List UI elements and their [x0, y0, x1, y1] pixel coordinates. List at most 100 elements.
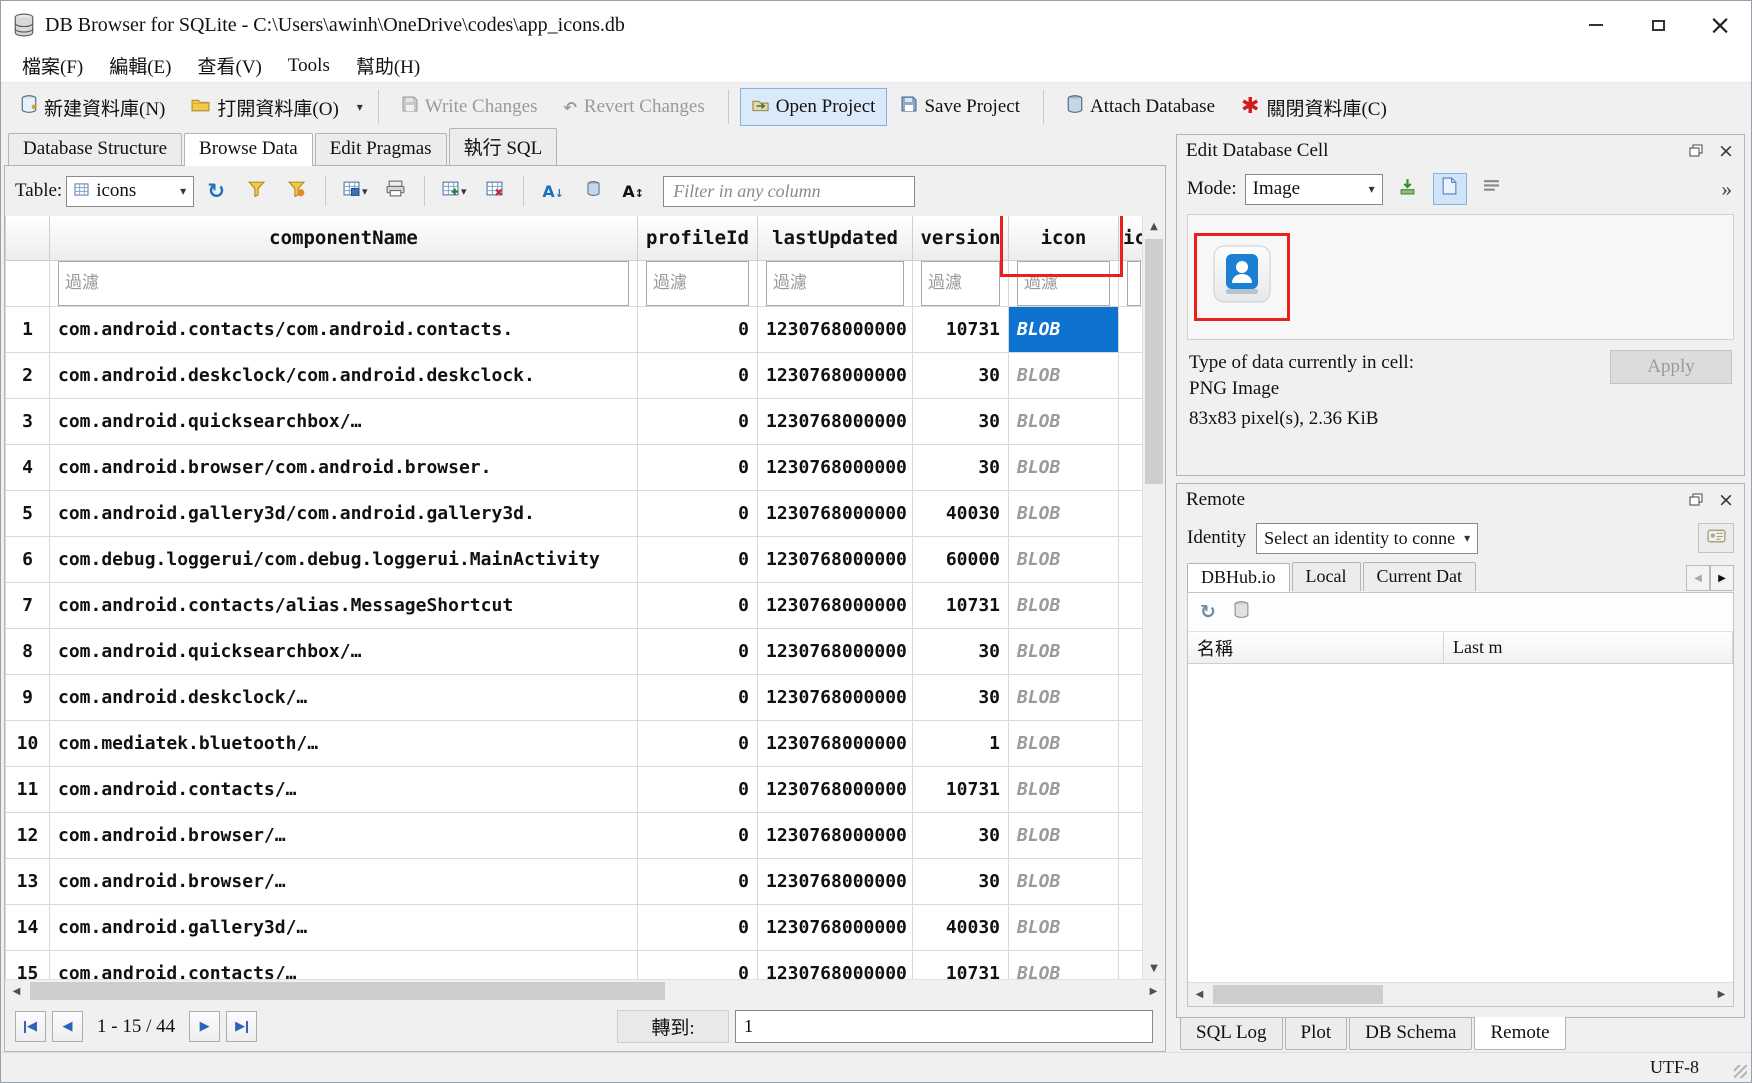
remote-column-name[interactable]: 名稱 — [1188, 632, 1444, 663]
row-number[interactable]: 4 — [6, 444, 50, 490]
dock-tab-sql-log[interactable]: SQL Log — [1180, 1018, 1283, 1050]
row-number[interactable]: 6 — [6, 536, 50, 582]
cell-icon[interactable]: BLOB — [1009, 352, 1119, 398]
column-header-icon[interactable]: icon — [1009, 216, 1119, 260]
column-header-version[interactable]: version — [913, 216, 1009, 260]
cell-icon[interactable]: BLOB — [1009, 306, 1119, 352]
new-database-button[interactable]: 新建資料庫(N) — [9, 86, 177, 129]
cell-componentname[interactable]: com.android.quicksearchbox/… — [50, 398, 638, 444]
row-number[interactable]: 3 — [6, 398, 50, 444]
cell-version[interactable]: 30 — [913, 352, 1009, 398]
cell-profileid[interactable]: 0 — [638, 444, 758, 490]
tab-local[interactable]: Local — [1292, 562, 1361, 591]
remote-scrollbar-thumb[interactable] — [1213, 985, 1383, 1004]
mode-selector[interactable]: Image ▾ — [1245, 174, 1383, 205]
cell-version[interactable]: 40030 — [913, 904, 1009, 950]
remote-refresh-icon[interactable]: ↻ — [1200, 601, 1216, 623]
toolbar-overflow-icon[interactable]: » — [1722, 177, 1735, 202]
open-database-button[interactable]: 打開資料庫(O) — [179, 86, 350, 129]
filter-input-version[interactable] — [921, 261, 1000, 306]
cell-componentname[interactable]: com.android.browser/com.android.browser. — [50, 444, 638, 490]
cell-icon[interactable]: BLOB — [1009, 858, 1119, 904]
database-tools-button[interactable] — [575, 174, 611, 208]
cell-profileid[interactable]: 0 — [638, 674, 758, 720]
cell-lastupdated[interactable]: 1230768000000 — [758, 674, 913, 720]
menu-help[interactable]: 幫助(H) — [343, 50, 433, 81]
vertical-scrollbar-thumb[interactable] — [1145, 239, 1163, 484]
last-record-button[interactable]: ▶ — [226, 1011, 257, 1042]
cell-lastupdated[interactable]: 1230768000000 — [758, 812, 913, 858]
save-records-button[interactable]: ▾ — [337, 174, 373, 208]
cell-icon[interactable]: BLOB — [1009, 582, 1119, 628]
row-number[interactable]: 9 — [6, 674, 50, 720]
identity-selector[interactable]: Select an identity to conne ▾ — [1256, 523, 1478, 554]
cell-icon[interactable]: BLOB — [1009, 950, 1119, 979]
filter-input-componentname[interactable] — [58, 261, 629, 306]
menu-tools[interactable]: Tools — [275, 53, 343, 79]
table-selector[interactable]: icons ▾ — [66, 176, 194, 207]
row-number[interactable]: 15 — [6, 950, 50, 979]
filter-input-profileid[interactable] — [646, 261, 749, 306]
cell-lastupdated[interactable]: 1230768000000 — [758, 904, 913, 950]
cell-lastupdated[interactable]: 1230768000000 — [758, 582, 913, 628]
cell-componentname[interactable]: com.android.deskclock/com.android.deskcl… — [50, 352, 638, 398]
cell-icon[interactable]: BLOB — [1009, 720, 1119, 766]
cell-profileid[interactable]: 0 — [638, 812, 758, 858]
cell-componentname[interactable]: com.android.gallery3d/… — [50, 904, 638, 950]
previous-record-button[interactable]: ◀ — [52, 1011, 83, 1042]
import-data-button[interactable] — [1391, 173, 1425, 205]
tab-scroll-right-icon[interactable]: ▶ — [1710, 565, 1734, 591]
horizontal-scrollbar-track[interactable] — [28, 980, 1142, 1002]
vertical-scrollbar-track[interactable] — [1143, 237, 1165, 958]
cell-version[interactable]: 10731 — [913, 306, 1009, 352]
cell-icon[interactable]: BLOB — [1009, 904, 1119, 950]
filter-input-overflow[interactable] — [1127, 261, 1141, 306]
tab-browse-data[interactable]: Browse Data — [184, 133, 313, 166]
first-record-button[interactable]: ◀ — [15, 1011, 46, 1042]
cell-icon[interactable]: BLOB — [1009, 536, 1119, 582]
tab-scroll-left-icon[interactable]: ◀ — [1686, 565, 1710, 591]
encoding-indicator[interactable]: UTF-8 — [1650, 1057, 1699, 1078]
cell-overflow[interactable] — [1119, 628, 1143, 674]
cell-overflow[interactable] — [1119, 812, 1143, 858]
identity-certificate-button[interactable] — [1698, 523, 1734, 553]
cell-version[interactable]: 10731 — [913, 766, 1009, 812]
cell-icon[interactable]: BLOB — [1009, 766, 1119, 812]
cell-lastupdated[interactable]: 1230768000000 — [758, 398, 913, 444]
cell-componentname[interactable]: com.debug.loggerui/com.debug.loggerui.Ma… — [50, 536, 638, 582]
scroll-up-icon[interactable]: ▲ — [1143, 216, 1165, 237]
float-panel-button[interactable] — [1687, 492, 1705, 508]
resize-grip[interactable] — [1734, 1065, 1747, 1078]
corner-header[interactable] — [6, 216, 50, 260]
cell-icon[interactable]: BLOB — [1009, 490, 1119, 536]
menu-file[interactable]: 檔案(F) — [9, 50, 96, 81]
scroll-right-icon[interactable]: ▶ — [1710, 983, 1733, 1006]
cell-overflow[interactable] — [1119, 444, 1143, 490]
menu-view[interactable]: 查看(V) — [185, 50, 275, 81]
cell-profileid[interactable]: 0 — [638, 582, 758, 628]
cell-componentname[interactable]: com.android.contacts/… — [50, 766, 638, 812]
scroll-down-icon[interactable]: ▼ — [1143, 958, 1165, 979]
cell-icon[interactable]: BLOB — [1009, 812, 1119, 858]
goto-input[interactable] — [735, 1010, 1153, 1043]
cell-profileid[interactable]: 0 — [638, 950, 758, 979]
cell-overflow[interactable] — [1119, 674, 1143, 720]
float-panel-button[interactable] — [1687, 143, 1705, 159]
cell-overflow[interactable] — [1119, 582, 1143, 628]
row-number[interactable]: 14 — [6, 904, 50, 950]
row-number[interactable]: 10 — [6, 720, 50, 766]
delete-record-button[interactable] — [476, 174, 512, 208]
tab-dbhub[interactable]: DBHub.io — [1187, 563, 1290, 592]
cell-lastupdated[interactable]: 1230768000000 — [758, 536, 913, 582]
dock-tab-db-schema[interactable]: DB Schema — [1349, 1018, 1472, 1050]
dock-tab-plot[interactable]: Plot — [1285, 1018, 1348, 1050]
cell-version[interactable]: 30 — [913, 398, 1009, 444]
cell-overflow[interactable] — [1119, 720, 1143, 766]
row-number[interactable]: 2 — [6, 352, 50, 398]
menu-edit[interactable]: 編輯(E) — [96, 50, 184, 81]
apply-button[interactable]: Apply — [1610, 350, 1732, 384]
cell-version[interactable]: 60000 — [913, 536, 1009, 582]
cell-icon[interactable]: BLOB — [1009, 628, 1119, 674]
column-header-profileid[interactable]: profileId — [638, 216, 758, 260]
column-header-lastupdated[interactable]: lastUpdated — [758, 216, 913, 260]
